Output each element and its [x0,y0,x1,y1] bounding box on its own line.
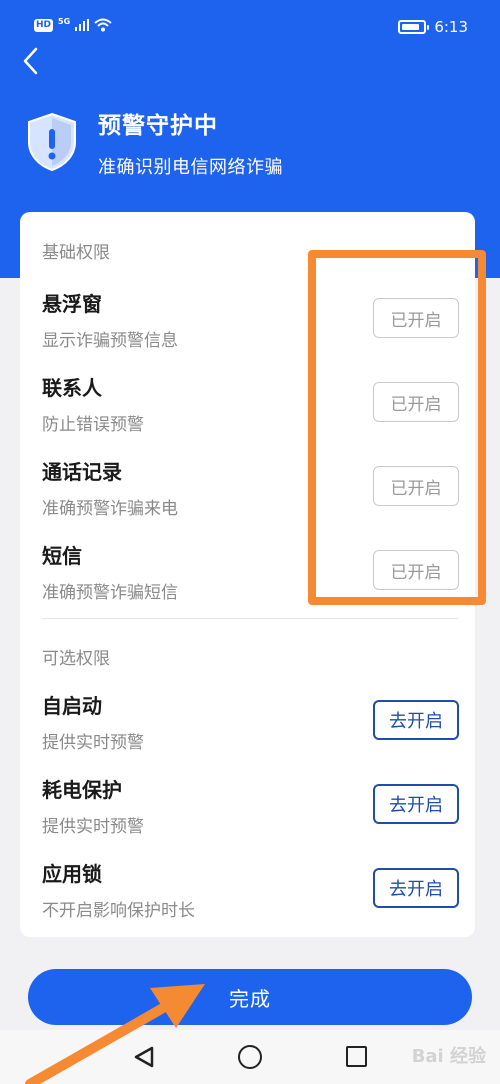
battery-icon [398,20,430,34]
permission-row-app-lock: 应用锁 不开启影响保护时长 去开启 [20,858,475,938]
permission-title: 悬浮窗 [42,292,102,316]
permission-title: 短信 [42,544,82,568]
navigation-bar: Bai 经验 [0,1030,500,1084]
section-divider [42,618,458,619]
status-bar: HD 5G 6:13 [0,0,500,56]
annotation-highlight-box [308,250,486,605]
permission-title: 联系人 [42,376,102,400]
basic-permissions-label: 基础权限 [42,243,110,263]
enable-autostart-button[interactable]: 去开启 [373,700,459,740]
permission-desc: 不开启影响保护时长 [42,901,195,921]
optional-permissions-label: 可选权限 [42,649,110,669]
status-right: 6:13 [398,18,468,36]
permission-title: 通话记录 [42,460,122,484]
hd-badge: HD [34,18,54,32]
permission-title: 自启动 [42,694,102,718]
shield-icon [28,112,76,172]
permission-desc: 准确预警诈骗短信 [42,583,178,603]
permission-row-battery: 耗电保护 提供实时预警 去开启 [20,774,475,854]
watermark: Bai 经验 [411,1046,486,1067]
clock: 6:13 [434,18,468,36]
permission-title: 应用锁 [42,862,102,886]
done-button[interactable]: 完成 [28,969,472,1025]
nav-home-icon[interactable] [238,1045,262,1069]
nav-recent-icon[interactable] [346,1046,367,1067]
back-button[interactable] [14,44,46,78]
page-subtitle: 准确识别电信网络诈骗 [98,157,283,178]
permission-desc: 准确预警诈骗来电 [42,499,178,519]
nav-back-icon[interactable] [133,1046,155,1068]
wifi-icon [94,18,112,32]
permission-desc: 显示诈骗预警信息 [42,331,178,351]
permission-title: 耗电保护 [42,778,122,802]
battery-level [402,24,420,30]
permission-desc: 提供实时预警 [42,733,144,753]
page-title: 预警守护中 [98,113,218,139]
enable-app-lock-button[interactable]: 去开启 [373,868,459,908]
status-left: HD 5G [34,16,112,32]
signal-icon [75,19,90,31]
enable-battery-protection-button[interactable]: 去开启 [373,784,459,824]
network-type: 5G [58,16,71,26]
permission-desc: 提供实时预警 [42,817,144,837]
permission-row-autostart: 自启动 提供实时预警 去开启 [20,690,475,770]
permission-desc: 防止错误预警 [42,415,144,435]
back-arrow-icon [23,47,38,75]
